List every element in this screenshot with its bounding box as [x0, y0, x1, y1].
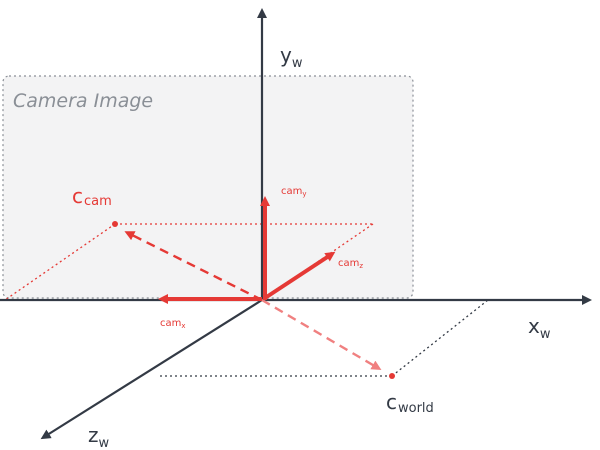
z-world-axis: [40, 299, 263, 440]
world-projection-lines: [160, 299, 489, 377]
camera-image-label: Camera Image: [13, 90, 153, 112]
z-world-label: zw: [88, 423, 110, 450]
vector-to-c-world: [261, 298, 382, 371]
c-world-point: [389, 373, 395, 379]
cam-x-label: camx: [160, 318, 186, 330]
coordinate-diagram: Camera Image xw yw zw ccam cworld camy c…: [0, 8, 592, 450]
x-world-label: xw: [528, 314, 551, 342]
c-cam-point: [112, 221, 118, 227]
c-world-label: cworld: [386, 390, 434, 416]
y-world-label: yw: [280, 43, 303, 71]
